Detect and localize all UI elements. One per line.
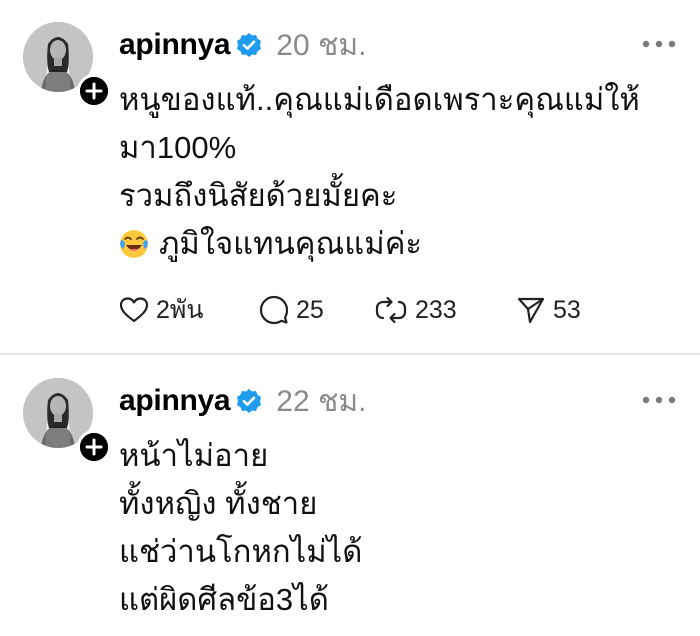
heart-icon [119,297,149,323]
thread-post: apinnya 22 ชม. หน้าไม่อาย ทั้งหญิง ทั้งช… [0,356,700,636]
post-line: แช่ว่านโกหกไม่ได้ [119,534,363,569]
post-header: apinnya 20 ชม. [119,22,366,68]
verified-badge-icon [236,388,262,414]
face-with-tears-of-joy-icon [119,229,149,259]
follow-plus-icon[interactable] [77,430,111,464]
post-line: แต่ผิดศีลข้อ3ได้ [119,582,329,617]
follow-plus-icon[interactable] [77,74,111,108]
comment-icon [259,295,289,325]
post-line: หน้าไม่อาย [119,438,269,473]
post-line: ภูมิใจแทนคุณแม่ค่ะ [159,226,423,261]
repost-icon [375,296,407,324]
like-button[interactable]: 2พัน [119,290,259,330]
username[interactable]: apinnya [119,28,231,62]
post-text: หน้าไม่อาย ทั้งหญิง ทั้งชาย แช่ว่านโกหกไ… [119,432,689,624]
post-line: รวมถึงนิสัยด้วยมั้ยคะ [119,178,398,213]
share-button[interactable]: 53 [516,295,581,325]
verified-badge-icon [236,32,262,58]
avatar-container[interactable] [23,22,111,108]
avatar-container[interactable] [23,378,111,464]
post-line-with-emoji: ภูมิใจแทนคุณแม่ค่ะ [119,220,689,268]
username[interactable]: apinnya [119,384,231,418]
post-timestamp: 20 ชม. [276,28,367,62]
share-count: 53 [553,295,581,324]
more-options-icon[interactable] [640,394,678,406]
post-header: apinnya 22 ชม. [119,378,366,424]
post-line: หนูของแท้..คุณแม่เดือดเพราะคุณแม่ให้ [119,82,640,117]
more-options-icon[interactable] [640,38,678,50]
thread-post: apinnya 20 ชม. หนูของแท้..คุณแม่เดือดเพร… [0,0,700,352]
post-divider [0,353,700,355]
post-line: ทั้งหญิง ทั้งชาย [119,486,318,521]
post-actions: 2พัน 25 233 53 [119,290,581,330]
post-timestamp: 22 ชม. [276,384,367,418]
repost-button[interactable]: 233 [374,295,516,325]
reply-count: 25 [296,295,324,324]
post-line: มา100% [119,130,237,165]
like-count: 2พัน [156,296,204,324]
post-text: หนูของแท้..คุณแม่เดือดเพราะคุณแม่ให้ มา1… [119,76,689,268]
reply-button[interactable]: 25 [259,295,374,325]
send-icon [517,297,545,324]
repost-count: 233 [415,295,457,324]
